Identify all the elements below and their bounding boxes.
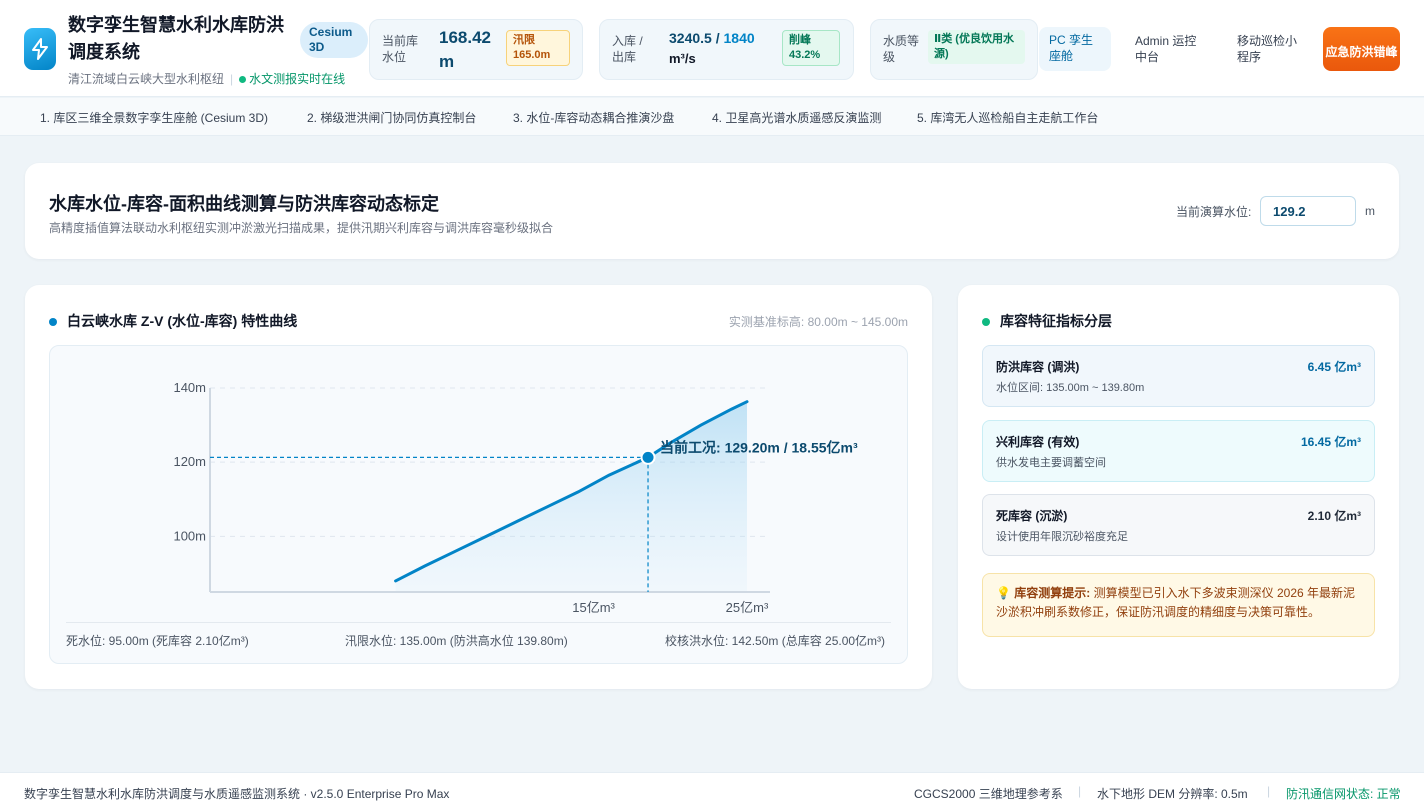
footer-comm-status: 防汛通信网状态: 正常: [1286, 787, 1401, 801]
flow-slash: /: [711, 30, 724, 46]
water-level-value: 168.42: [439, 28, 491, 47]
layer-desc: 供水发电主要调蓄空间: [996, 457, 1106, 469]
tip-title: 库容测算提示:: [1014, 586, 1091, 600]
tab-cesium-3d[interactable]: 1. 库区三维全景数字孪生座舱 (Cesium 3D): [40, 109, 268, 126]
y-tick-label: 100m: [173, 528, 206, 543]
elevation-range: 实测基准标高: 80.00m ~ 145.00m: [728, 315, 908, 329]
flow-label: 入库 / 出库: [612, 34, 643, 64]
footer-divider: |: [1267, 784, 1271, 798]
beneficial-capacity: 兴利库容 (有效) 16.45 亿m³ 供水发电主要调蓄空间: [982, 420, 1375, 482]
y-tick-label: 120m: [173, 454, 206, 469]
bullet-icon: [982, 318, 990, 327]
mobile-inspection-link[interactable]: 移动巡检小程序: [1237, 33, 1303, 65]
x-tick-label: 15亿m³: [572, 600, 615, 615]
flow-stat: 入库 / 出库 3240.5 / 1840 m³/s 削峰 43.2%: [599, 19, 854, 80]
zv-chart-area: 100m 120m 140m 15亿m³ 25亿m³ 当前工况: 129.20m / 1…: [49, 345, 908, 664]
page-title: 水库水位-库容-面积曲线测算与防洪库容动态标定: [49, 194, 439, 214]
current-point: [640, 449, 656, 465]
zv-curve-title-text: 白云峡水库 Z-V (水位-库容) 特性曲线: [67, 313, 298, 329]
tab-water-quality[interactable]: 4. 卫星高光谱水质遥感反演监测: [712, 109, 881, 126]
admin-console-link[interactable]: Admin 运控中台: [1135, 33, 1207, 65]
flow-values: 3240.5 / 1840: [669, 30, 755, 46]
divider: |: [230, 72, 234, 86]
flow-unit: m³/s: [669, 51, 696, 66]
zv-curve-chart: 100m 120m 140m 15亿m³ 25亿m³ 当前工况: 129.20m / 1…: [173, 380, 858, 615]
calculation-tip: 💡 库容测算提示: 测算模型已引入水下多波束测深仪 2026 年最新泥沙淤积冲刷…: [982, 573, 1375, 637]
calc-level-input[interactable]: [1260, 196, 1356, 226]
chart-footer-divider: [66, 622, 891, 623]
flood-limit-note: 汛限水位: 135.00m (防洪高水位 139.80m): [345, 634, 568, 648]
pc-twin-cockpit-link[interactable]: PC 孪生座舱: [1039, 27, 1111, 71]
y-tick-label: 140m: [173, 380, 206, 395]
capacity-layers-title: 库容特征指标分层: [982, 311, 1112, 331]
tab-gate-simulation[interactable]: 2. 梯级泄洪闸门协同仿真控制台: [307, 109, 476, 126]
x-tick-label: 25亿m³: [726, 600, 769, 615]
layer-value: 6.45 亿m³: [1307, 360, 1361, 374]
water-level-stat: 当前库水位 168.42 m 汛限 165.0m: [369, 19, 583, 80]
layer-desc: 设计使用年限沉砂裕度充足: [996, 531, 1128, 543]
water-level-unit: m: [439, 52, 455, 71]
layer-value: 16.45 亿m³: [1300, 435, 1361, 449]
calculation-header-card: 水库水位-库容-面积曲线测算与防洪库容动态标定 高精度插值算法联动水利枢纽实测冲…: [25, 163, 1399, 259]
dead-capacity: 死库容 (沉淤) 2.10 亿m³ 设计使用年限沉砂裕度充足: [982, 494, 1375, 556]
footer-divider: |: [1078, 784, 1082, 798]
flood-control-capacity: 防洪库容 (调洪) 6.45 亿m³ 水位区间: 135.00m ~ 139.8…: [982, 345, 1375, 407]
emergency-flood-button[interactable]: 应急防洪错峰: [1323, 27, 1400, 71]
cesium-badge: Cesium 3D: [300, 22, 368, 58]
reservoir-name: 清江流域白云峡大型水利枢纽: [68, 72, 225, 86]
capacity-layers-title-text: 库容特征指标分层: [1000, 313, 1112, 329]
water-level-label: 当前库水位: [382, 34, 419, 64]
live-status-text: 水文测报实时在线: [249, 72, 346, 86]
peak-shaving-badge: 削峰 43.2%: [782, 30, 840, 66]
layer-value: 2.10 亿m³: [1307, 509, 1361, 523]
check-flood-note: 校核洪水位: 142.50m (总库容 25.00亿m³): [665, 634, 886, 648]
water-quality-badge: Ⅱ类 (优良饮用水源): [928, 30, 1025, 64]
layer-name: 死库容 (沉淤): [996, 509, 1068, 523]
layer-name: 防洪库容 (调洪): [996, 360, 1080, 374]
outflow-value: 1840: [723, 30, 755, 46]
dead-level-note: 死水位: 95.00m (死库容 2.10亿m³): [66, 634, 249, 648]
inflow-value: 3240.5: [669, 30, 712, 46]
status-footer: 数字孪生智慧水利水库防洪调度与水质遥感监测系统 · v2.5.0 Enterpr…: [0, 772, 1424, 809]
lightning-icon: [24, 28, 56, 70]
capacity-layers-card: 库容特征指标分层 防洪库容 (调洪) 6.45 亿m³ 水位区间: 135.00…: [958, 285, 1399, 689]
zv-curve-title: 白云峡水库 Z-V (水位-库容) 特性曲线: [49, 311, 297, 331]
app-title: 数字孪生智慧水利水库防洪调度系统: [68, 15, 284, 62]
calc-level-unit: m: [1365, 204, 1375, 218]
water-quality-stat: 水质等级 Ⅱ类 (优良饮用水源): [870, 19, 1038, 80]
status-dot-icon: [239, 76, 247, 84]
zv-curve-card: 白云峡水库 Z-V (水位-库容) 特性曲线 实测基准标高: 80.00m ~ …: [25, 285, 932, 689]
footer-dem: 水下地形 DEM 分辨率: 0.5m: [1097, 787, 1248, 801]
flood-limit-badge: 汛限 165.0m: [506, 30, 570, 66]
top-header: 数字孪生智慧水利水库防洪调度系统 清江流域白云峡大型水利枢纽 | 水文测报实时在线 …: [0, 0, 1424, 97]
lightbulb-icon: 💡: [996, 586, 1011, 600]
app-subtitle: 清江流域白云峡大型水利枢纽 | 水文测报实时在线: [68, 70, 345, 87]
footer-version: 数字孪生智慧水利水库防洪调度与水质遥感监测系统 · v2.5.0 Enterpr…: [24, 787, 450, 801]
bullet-icon: [49, 318, 57, 327]
module-tabs: 1. 库区三维全景数字孪生座舱 (Cesium 3D) 2. 梯级泄洪闸门协同仿…: [0, 98, 1424, 136]
page-description: 高精度插值算法联动水利枢纽实测冲淤激光扫描成果，提供汛期兴利库容与调洪库容毫秒级…: [49, 221, 554, 235]
water-quality-label: 水质等级: [883, 34, 920, 64]
footer-crs: CGCS2000 三维地理参考系: [914, 787, 1063, 801]
live-status: 水文测报实时在线: [239, 72, 345, 86]
calc-level-label: 当前演算水位:: [1176, 205, 1252, 219]
layer-desc: 水位区间: 135.00m ~ 139.80m: [996, 382, 1145, 394]
tab-unmanned-boat[interactable]: 5. 库湾无人巡检船自主走航工作台: [917, 109, 1098, 126]
current-point-label: 当前工况: 129.20m / 18.55亿m³: [660, 439, 858, 455]
tab-level-capacity[interactable]: 3. 水位-库容动态耦合推演沙盘: [513, 109, 674, 126]
layer-name: 兴利库容 (有效): [996, 435, 1080, 449]
